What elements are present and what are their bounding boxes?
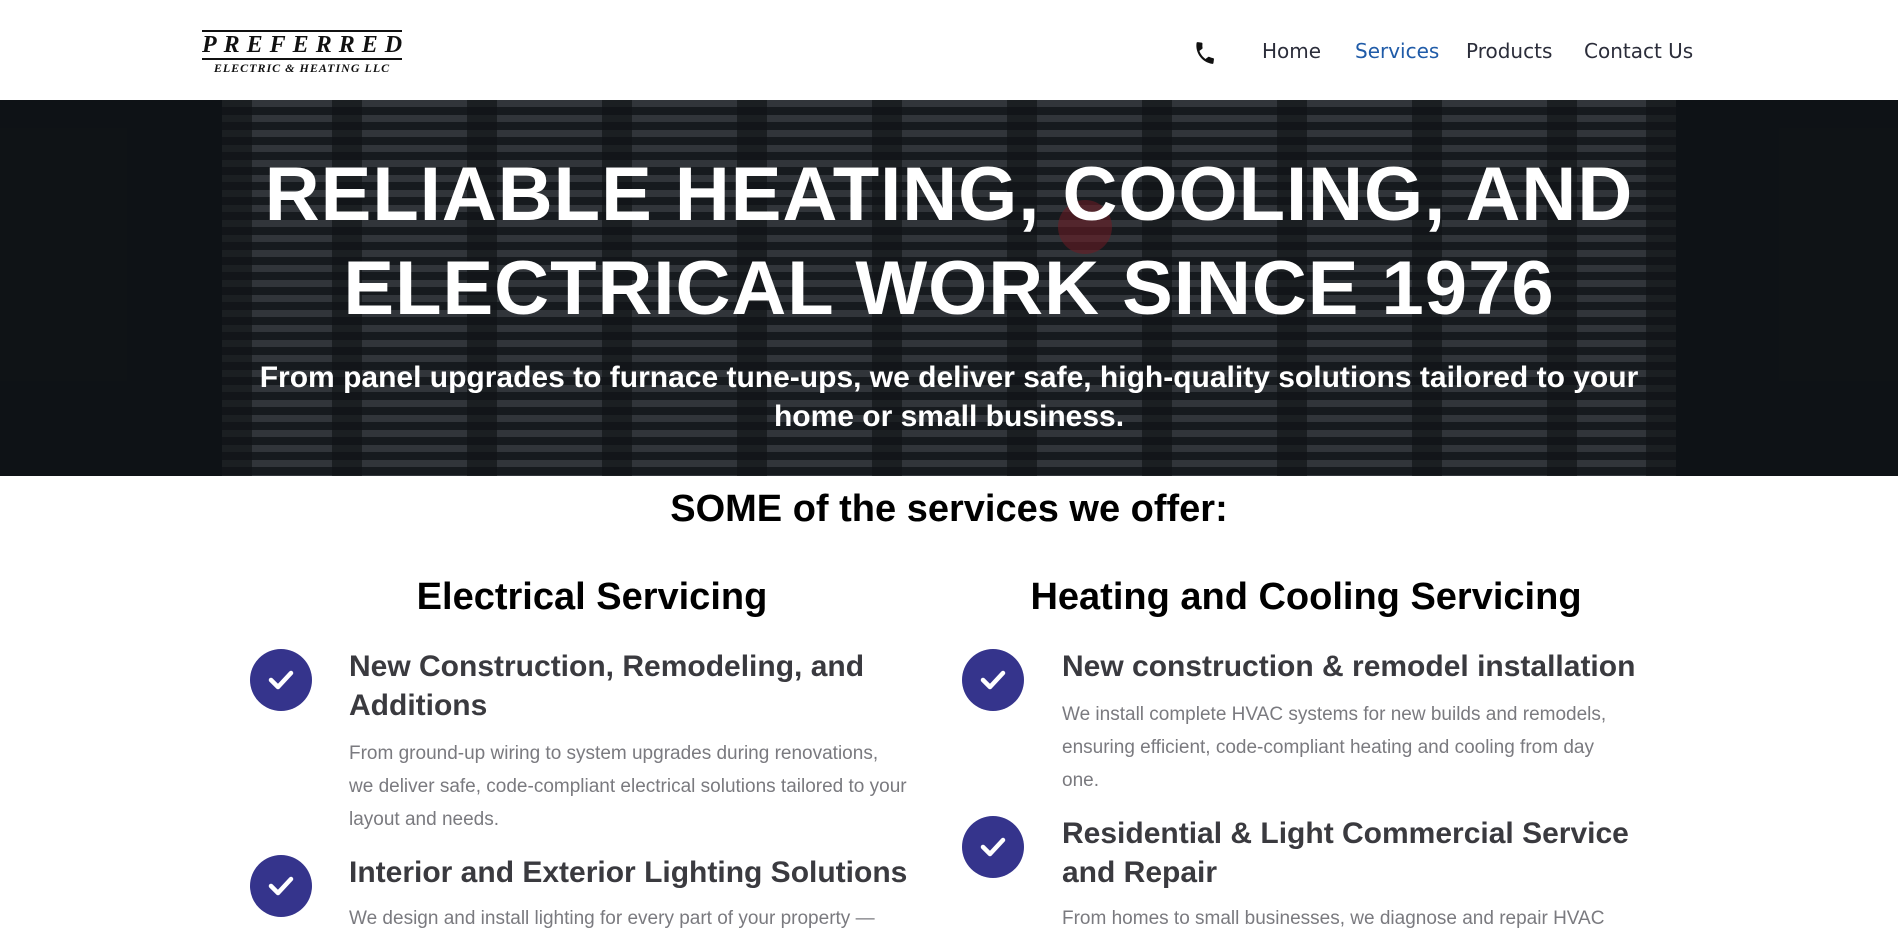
hero-subtitle-line1: From panel upgrades to furnace tune-ups,… xyxy=(259,361,1639,394)
service-title-line1: New Construction, Remodeling, and xyxy=(349,650,865,683)
logo-brand-text: PREFERRED xyxy=(202,30,410,60)
nav-contact-us[interactable]: Contact Us xyxy=(1584,39,1693,63)
hero-title-line2: ELECTRICAL WORK SINCE 1976 xyxy=(343,246,1555,331)
service-item-description: From ground-up wiring to system upgrades… xyxy=(349,737,949,836)
service-item-title: New Construction, Remodeling, and Additi… xyxy=(349,647,909,725)
hero-banner: RELIABLE HEATING, COOLING, AND ELECTRICA… xyxy=(0,100,1898,476)
service-title-line2: and Repair xyxy=(1062,856,1218,889)
service-desc-line2: we deliver safe, code-compliant electric… xyxy=(349,776,907,797)
hero-subtitle-line2: home or small business. xyxy=(773,400,1125,433)
hvac-servicing-title: Heating and Cooling Servicing xyxy=(1030,576,1582,618)
nav-products[interactable]: Products xyxy=(1466,39,1552,63)
check-icon xyxy=(962,816,1024,878)
company-logo[interactable]: PREFERRED ELECTRIC & HEATING LLC xyxy=(202,30,402,76)
nav-services[interactable]: Services xyxy=(1355,39,1439,63)
service-item-description: We design and install lighting for every… xyxy=(349,908,875,929)
service-item-description: We install complete HVAC systems for new… xyxy=(1062,698,1682,797)
check-icon xyxy=(250,855,312,917)
service-item-description: From homes to small businesses, we diagn… xyxy=(1062,908,1605,929)
service-title-line2: Additions xyxy=(349,689,488,722)
check-icon xyxy=(250,649,312,711)
service-item-title: Residential & Light Commercial Service a… xyxy=(1062,814,1682,892)
hero-subtitle: From panel upgrades to furnace tune-ups,… xyxy=(240,358,1658,436)
service-desc-line3: one. xyxy=(1062,770,1099,791)
hero-title: RELIABLE HEATING, COOLING, AND ELECTRICA… xyxy=(200,148,1698,336)
phone-icon[interactable] xyxy=(1192,40,1218,66)
logo-subtitle-text: ELECTRIC & HEATING LLC xyxy=(213,61,391,75)
services-section-title: SOME of the services we offer: xyxy=(670,488,1228,530)
service-item-title: New construction & remodel installation xyxy=(1062,650,1636,683)
service-desc-line3: layout and needs. xyxy=(349,809,500,830)
service-desc-line1: We install complete HVAC systems for new… xyxy=(1062,704,1607,725)
check-icon xyxy=(962,649,1024,711)
service-item-title: Interior and Exterior Lighting Solutions xyxy=(349,856,908,889)
service-desc-line2: ensuring efficient, code-compliant heati… xyxy=(1062,737,1594,758)
nav-home[interactable]: Home xyxy=(1262,39,1321,63)
service-desc-line1: From ground-up wiring to system upgrades… xyxy=(349,743,879,764)
hero-title-line1: RELIABLE HEATING, COOLING, AND xyxy=(264,152,1634,237)
service-title-line1: Residential & Light Commercial Service xyxy=(1062,817,1629,850)
electrical-servicing-title: Electrical Servicing xyxy=(416,576,768,618)
site-header: PREFERRED ELECTRIC & HEATING LLC Home Se… xyxy=(0,0,1898,100)
